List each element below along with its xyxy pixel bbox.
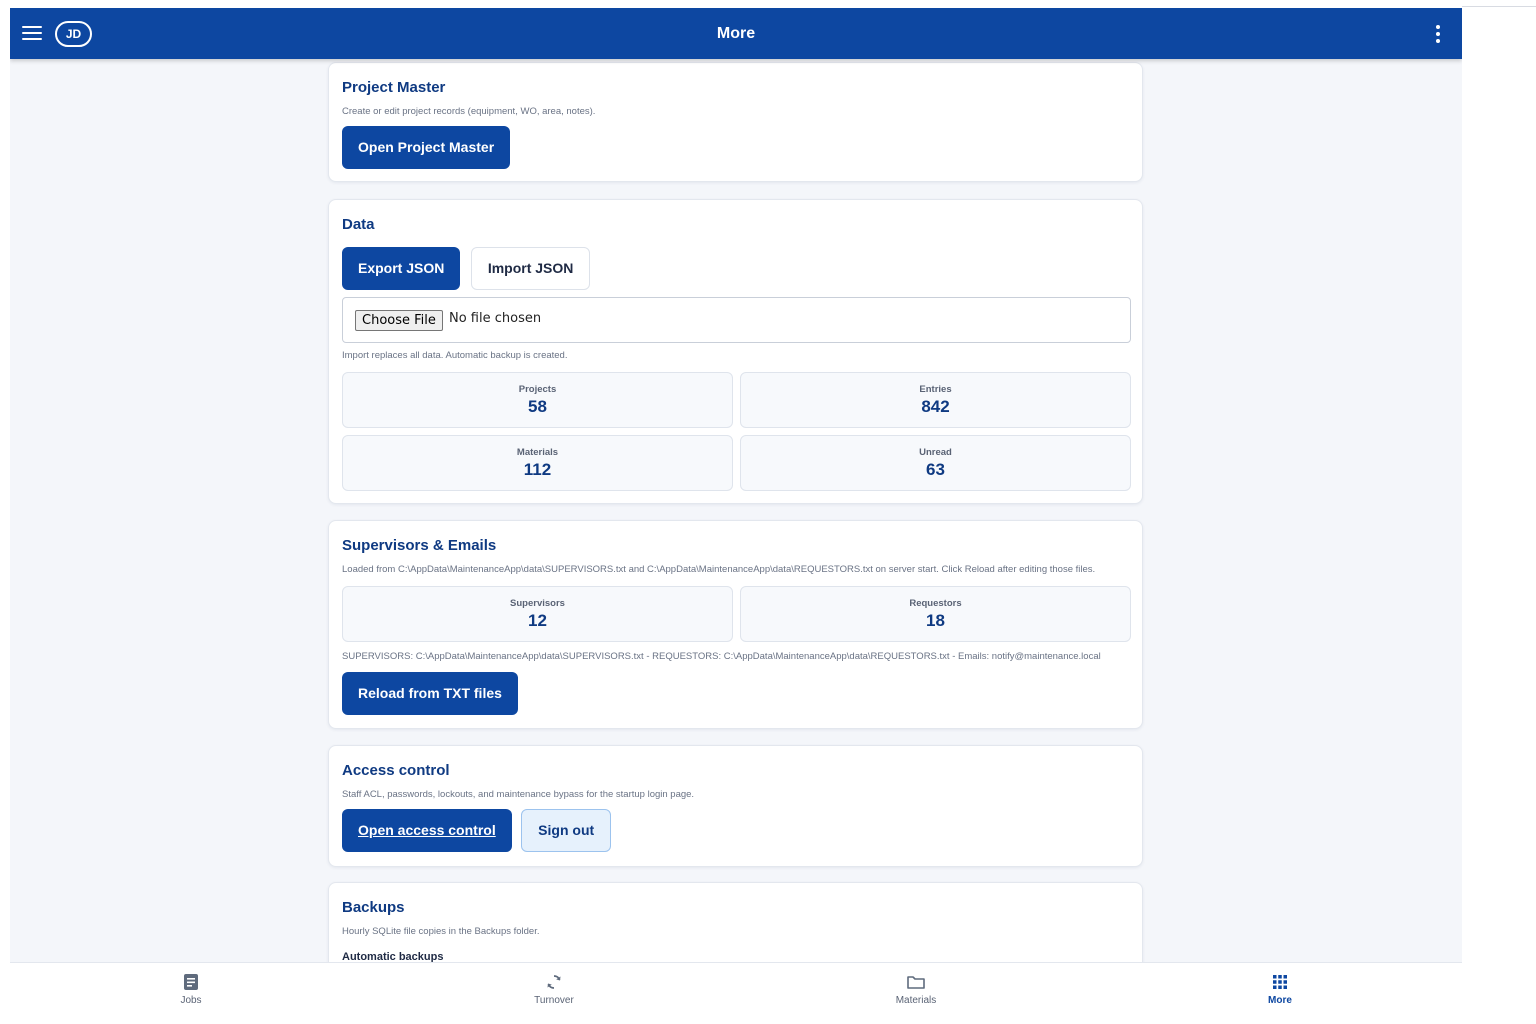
more-vert-icon[interactable] — [1434, 25, 1442, 43]
nav-label: Turnover — [534, 995, 574, 1006]
open-access-control-button[interactable]: Open access control — [342, 809, 512, 852]
stat-label: Projects — [518, 384, 557, 395]
stat-supervisors: Supervisors 12 — [342, 586, 733, 642]
access-control-card: Access control Staff ACL, passwords, loc… — [328, 745, 1143, 867]
open-project-master-button[interactable]: Open Project Master — [342, 126, 511, 169]
stat-materials: Materials 112 — [342, 435, 733, 491]
stat-label: Entries — [919, 384, 952, 395]
data-title: Data — [342, 216, 375, 233]
content-scroll-area[interactable]: Project Master Create or edit project re… — [10, 59, 1462, 962]
access-control-title: Access control — [342, 762, 450, 779]
bottom-navigation: Jobs Turnover Materials More — [10, 962, 1462, 1020]
stat-value: 58 — [528, 397, 547, 416]
stat-requestors: Requestors 18 — [740, 586, 1131, 642]
stat-value: 842 — [921, 397, 950, 416]
import-json-button[interactable]: Import JSON — [470, 247, 591, 290]
stat-value: 12 — [528, 611, 547, 630]
backups-description: Hourly SQLite file copies in the Backups… — [342, 926, 540, 937]
folder-icon — [907, 976, 925, 989]
document-icon — [184, 974, 198, 990]
stat-projects: Projects 58 — [342, 372, 733, 428]
supervisors-card: Supervisors & Emails Loaded from C:\AppD… — [328, 520, 1143, 729]
nav-label: More — [1268, 995, 1292, 1006]
access-control-description: Staff ACL, passwords, lockouts, and main… — [342, 789, 695, 800]
stat-label: Unread — [919, 447, 952, 458]
nav-more[interactable]: More — [1220, 963, 1340, 1020]
file-input[interactable]: Choose File No file chosen — [342, 297, 1131, 343]
stat-label: Materials — [516, 447, 559, 458]
app-frame: JD More Project Master Create or edit pr… — [10, 8, 1462, 1020]
nav-materials[interactable]: Materials — [856, 963, 976, 1020]
supervisors-description: Loaded from C:\AppData\MaintenanceApp\da… — [342, 564, 1096, 575]
nav-label: Jobs — [180, 995, 202, 1006]
project-master-card: Project Master Create or edit project re… — [328, 62, 1143, 182]
nav-label: Materials — [895, 995, 937, 1006]
stat-label: Requestors — [909, 598, 962, 609]
stat-unread: Unread 63 — [740, 435, 1131, 491]
project-master-description: Create or edit project records (equipmen… — [342, 106, 596, 117]
data-card: Data Export JSON Import JSON Choose File… — [328, 199, 1143, 504]
supervisors-title: Supervisors & Emails — [342, 537, 497, 554]
sync-icon — [547, 975, 561, 989]
supervisors-paths: SUPERVISORS: C:\AppData\MaintenanceApp\d… — [342, 651, 1101, 662]
choose-file-button[interactable]: Choose File — [355, 310, 443, 331]
automatic-backups-heading: Automatic backups — [342, 951, 444, 962]
window-edge — [1462, 6, 1536, 7]
backups-title: Backups — [342, 899, 405, 916]
reload-txt-button[interactable]: Reload from TXT files — [342, 672, 518, 715]
app-bar: JD More — [10, 8, 1462, 59]
backups-card: Backups Hourly SQLite file copies in the… — [328, 882, 1143, 962]
page-title: More — [716, 25, 756, 42]
nav-jobs[interactable]: Jobs — [131, 963, 251, 1020]
stat-value: 63 — [926, 460, 945, 479]
stat-entries: Entries 842 — [740, 372, 1131, 428]
grid-icon — [1273, 975, 1287, 989]
nav-turnover[interactable]: Turnover — [494, 963, 614, 1020]
file-status-text: No file chosen — [449, 311, 542, 326]
export-json-button[interactable]: Export JSON — [342, 247, 461, 290]
sign-out-button[interactable]: Sign out — [521, 809, 612, 852]
stat-value: 18 — [926, 611, 945, 630]
stat-label: Supervisors — [510, 598, 565, 609]
import-note: Import replaces all data. Automatic back… — [342, 350, 568, 361]
project-master-title: Project Master — [342, 79, 446, 96]
stat-value: 112 — [523, 460, 552, 479]
